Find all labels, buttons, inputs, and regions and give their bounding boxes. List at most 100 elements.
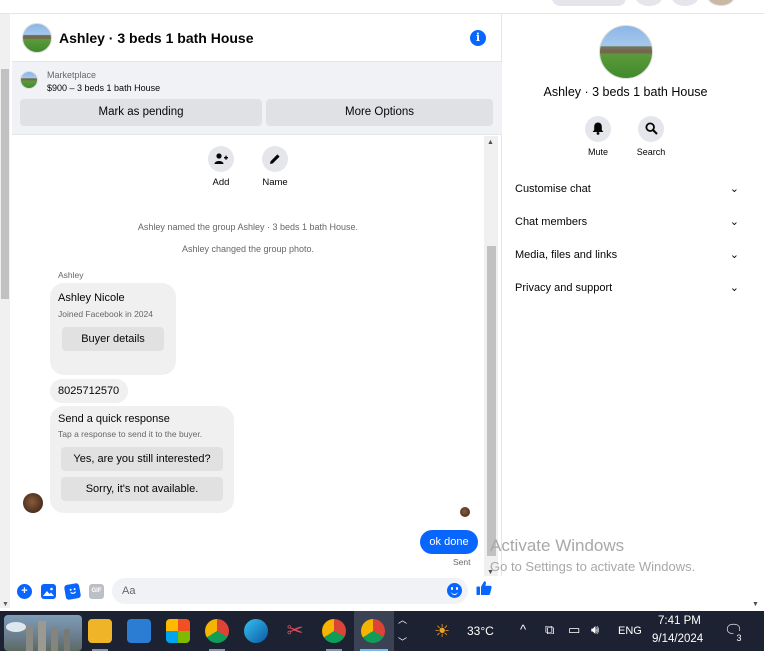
chrome-icon[interactable] [205, 619, 229, 643]
read-receipt-avatar [460, 507, 470, 517]
language-indicator[interactable]: ENG [618, 625, 642, 637]
top-nav-button[interactable] [636, 0, 662, 6]
network-icon[interactable]: ▭ [568, 622, 580, 638]
search-icon [645, 122, 658, 135]
listing-label: Marketplace [47, 70, 97, 80]
mute-label: Mute [587, 147, 608, 157]
sent-status: Sent [453, 557, 471, 567]
profile-name: Ashley Nicole [58, 292, 125, 304]
chrome-active-icon[interactable] [361, 619, 385, 643]
chat-scrollbar-thumb[interactable] [487, 246, 496, 556]
temperature[interactable]: 33°C [467, 624, 494, 638]
add-label: Add [212, 177, 230, 188]
chevron-down-icon: ⌄ [729, 183, 739, 195]
phone-message-bubble[interactable]: 8025712570 [50, 379, 128, 403]
mark-as-pending-button[interactable]: Mark as pending [20, 99, 262, 126]
top-nav-pill[interactable] [552, 0, 626, 6]
page-scrollbar[interactable]: ▼ [0, 14, 10, 608]
scroll-down-arrow-icon[interactable]: ▼ [752, 601, 759, 608]
chat-title[interactable]: Ashley · 3 beds 1 bath House [59, 30, 254, 46]
emoji-icon[interactable] [447, 583, 462, 598]
chevron-down-icon: ⌄ [729, 249, 739, 261]
buyer-details-button[interactable]: Buyer details [62, 327, 164, 351]
sender-name: Ashley [58, 270, 84, 280]
file-explorer-icon[interactable] [88, 619, 112, 643]
chat-info-panel: Ashley · 3 beds 1 bath House Mute Search… [503, 14, 748, 608]
bell-icon [592, 122, 604, 135]
notification-count-badge: 3 [732, 631, 746, 645]
listing-price-title[interactable]: $900 – 3 beds 1 bath House [47, 83, 160, 93]
system-message: Ashley named the group Ashley · 3 beds 1… [137, 222, 359, 232]
clock-time[interactable]: 7:41 PM [658, 615, 701, 627]
privacy-support-row[interactable]: Privacy and support ⌄ [515, 277, 739, 299]
chat-scrollbar[interactable]: ▲ ▼ [484, 136, 498, 576]
chevron-down-icon: ⌄ [729, 216, 739, 228]
profile-card-bubble: Ashley Nicole Joined Facebook in 2024 Bu… [50, 283, 176, 375]
chevron-down-icon[interactable]: ﹀ [398, 635, 407, 648]
message-input[interactable] [112, 578, 468, 604]
mail-icon[interactable] [127, 619, 151, 643]
quick-response-title: Send a quick response [58, 413, 170, 425]
meet-now-icon[interactable]: ⧉ [545, 622, 554, 638]
scroll-down-arrow-icon[interactable]: ▼ [2, 601, 9, 608]
system-message: Ashley changed the group photo. [181, 244, 315, 254]
info-panel-name: Ashley · 3 beds 1 bath House [543, 85, 708, 99]
add-person-icon[interactable] [208, 146, 234, 172]
row-label: Chat members [515, 216, 588, 228]
quick-response-bubble: Send a quick response Tap a response to … [50, 406, 234, 513]
chrome-profile-icon[interactable] [322, 619, 346, 643]
chat-header: Ashley · 3 beds 1 bath House i [12, 14, 502, 62]
row-label: Customise chat [515, 183, 591, 195]
scroll-up-arrow-icon[interactable]: ▲ [487, 139, 494, 146]
chevron-down-icon: ⌄ [729, 282, 739, 294]
gif-icon[interactable]: GIF [89, 584, 104, 599]
page-scrollbar-thumb[interactable] [1, 69, 9, 299]
more-options-button[interactable]: More Options [266, 99, 493, 126]
plus-icon[interactable]: + [17, 584, 32, 599]
activate-windows-watermark: Activate Windows Go to Settings to activ… [490, 536, 695, 574]
chevron-up-icon[interactable]: ︿ [398, 613, 407, 626]
store-icon[interactable] [166, 619, 190, 643]
windows-taskbar: ✂ ︿ ﹀ ☀ 33°C ^ ⧉ ▭ 🔊︎ ENG 7:41 PM 9/14/2… [0, 611, 764, 651]
quick-response-option[interactable]: Sorry, it's not available. [61, 477, 223, 501]
chat-members-row[interactable]: Chat members ⌄ [515, 211, 739, 233]
mute-button[interactable] [585, 116, 611, 142]
row-label: Media, files and links [515, 249, 618, 261]
pencil-icon[interactable] [262, 146, 288, 172]
widgets-weather-tile[interactable] [4, 615, 82, 651]
info-icon[interactable]: i [470, 30, 486, 46]
group-avatar[interactable] [22, 22, 52, 53]
search-label: Search [636, 147, 666, 157]
sticker-icon[interactable] [63, 582, 82, 601]
clock-date[interactable]: 9/14/2024 [652, 633, 703, 645]
customise-chat-row[interactable]: Customise chat ⌄ [515, 178, 739, 200]
browser-top-strip [0, 0, 764, 14]
group-avatar-large[interactable] [599, 25, 653, 79]
edge-icon[interactable] [244, 619, 268, 643]
profile-joined: Joined Facebook in 2024 [58, 309, 153, 319]
profile-avatar[interactable] [707, 0, 735, 6]
thumbs-up-icon[interactable] [476, 580, 492, 601]
chat-panel: Ashley · 3 beds 1 bath House i Marketpla… [12, 14, 502, 608]
listing-thumbnail[interactable] [20, 71, 38, 89]
quick-response-subtitle: Tap a response to send it to the buyer. [58, 429, 203, 439]
search-button[interactable] [638, 116, 664, 142]
message-list: Add Name Ashley named the group Ashley ·… [12, 136, 484, 576]
media-files-links-row[interactable]: Media, files and links ⌄ [515, 244, 739, 266]
outgoing-message-bubble[interactable]: ok done [420, 530, 478, 554]
photo-icon[interactable] [41, 584, 56, 599]
row-label: Privacy and support [515, 282, 613, 294]
right-scrollbar[interactable]: ▼ [748, 14, 764, 608]
volume-icon[interactable]: 🔊︎ [591, 622, 599, 638]
phone-message-text: 8025712570 [58, 385, 120, 397]
contact-avatar[interactable] [23, 493, 43, 513]
snipping-tool-icon[interactable]: ✂ [283, 619, 307, 643]
marketplace-listing-bar: Marketplace $900 – 3 beds 1 bath House M… [12, 62, 502, 135]
show-hidden-icons-chevron-icon[interactable]: ^ [520, 622, 526, 637]
quick-response-option[interactable]: Yes, are you still interested? [61, 447, 223, 471]
top-nav-button[interactable] [672, 0, 698, 6]
weather-icon[interactable]: ☀ [434, 619, 458, 643]
watermark-title: Activate Windows [490, 536, 625, 555]
message-composer: + GIF [12, 576, 502, 608]
name-label: Name [262, 177, 288, 188]
